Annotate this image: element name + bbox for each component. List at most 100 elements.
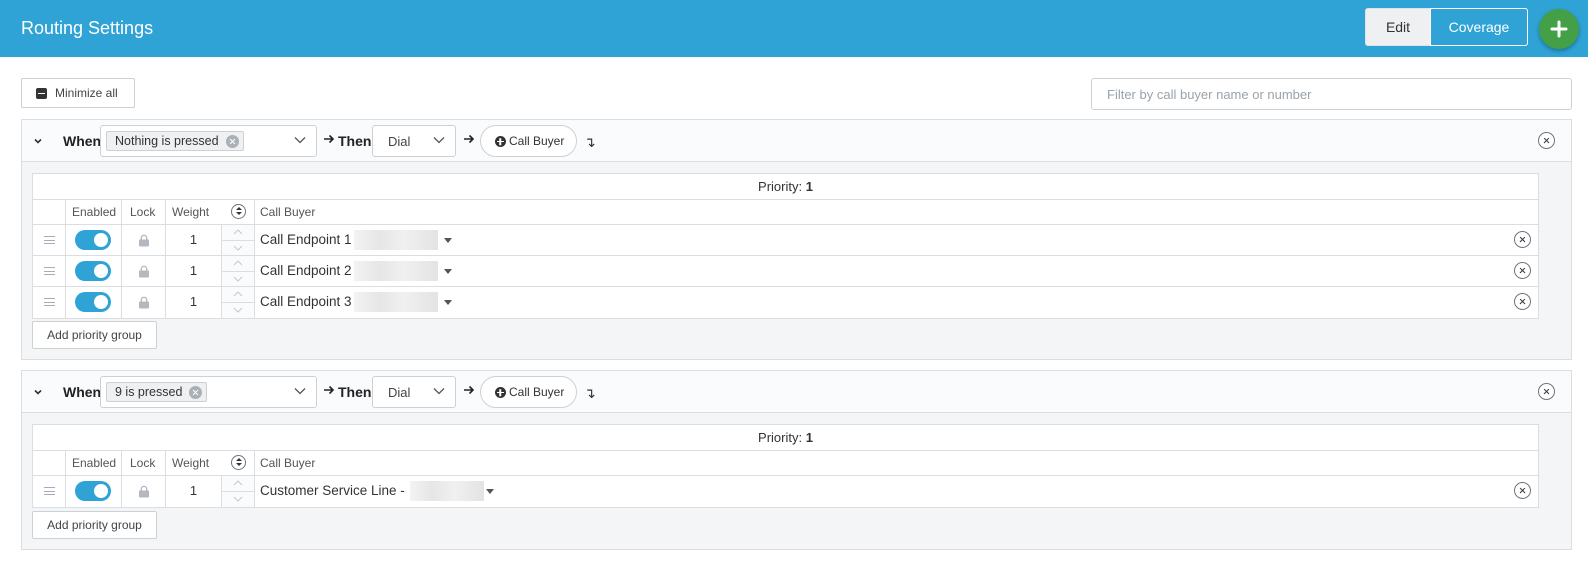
then-label: Then: [338, 384, 372, 400]
minimize-all-button[interactable]: Minimize all: [21, 78, 135, 108]
condition-tag: 9 is pressed: [106, 382, 208, 402]
chevron-down-icon[interactable]: [32, 135, 44, 147]
chevron-down-icon[interactable]: [32, 386, 44, 398]
weight-column-header: Weight: [172, 456, 210, 470]
chevron-down-icon[interactable]: [232, 495, 244, 503]
add-rule-button[interactable]: [1539, 9, 1579, 49]
plus-circle-icon: [495, 386, 506, 398]
drag-handle-icon[interactable]: [44, 298, 55, 306]
condition-text: 9 is pressed: [115, 385, 183, 399]
redacted-number: [354, 230, 438, 250]
action-select[interactable]: Dial: [372, 376, 456, 408]
arrow-right-icon: [464, 385, 475, 395]
weight-value[interactable]: 1: [166, 256, 222, 286]
action-value: Dial: [388, 134, 411, 149]
chevron-down-icon[interactable]: [232, 275, 244, 283]
remove-tag-icon[interactable]: [225, 135, 239, 148]
remove-buyer-icon[interactable]: [1514, 482, 1531, 499]
table-row: 1 Customer Service Line -: [33, 476, 1538, 507]
buyer-dropdown-caret-icon[interactable]: [486, 489, 494, 494]
weight-stepper[interactable]: [222, 225, 254, 255]
remove-buyer-icon[interactable]: [1514, 293, 1531, 310]
drag-handle-icon[interactable]: [44, 267, 55, 275]
table-row: 1 Call Endpoint 1: [33, 225, 1538, 256]
arrow-down-icon: ↴: [584, 385, 596, 401]
drag-handle-icon[interactable]: [44, 487, 55, 495]
buyer-dropdown-caret-icon[interactable]: [444, 300, 452, 305]
then-label: Then: [338, 133, 372, 149]
weight-stepper[interactable]: [222, 256, 254, 286]
chevron-up-icon[interactable]: [232, 290, 244, 298]
priority-group: Priority: 1 Enabled Lock Weight Call Buy…: [32, 424, 1539, 508]
priority-value: 1: [805, 179, 813, 194]
enabled-toggle[interactable]: [75, 292, 111, 312]
action-select[interactable]: Dial: [372, 125, 456, 157]
chevron-down-icon[interactable]: [232, 306, 244, 314]
remove-rule-icon[interactable]: [1538, 383, 1555, 400]
add-call-buyer-button[interactable]: Call Buyer: [480, 376, 577, 408]
enabled-toggle[interactable]: [75, 230, 111, 250]
priority-header: Priority: 1: [33, 174, 1538, 200]
weight-stepper[interactable]: [222, 287, 254, 318]
lock-icon[interactable]: [138, 265, 150, 278]
chevron-up-icon[interactable]: [232, 228, 244, 236]
weight-column-header: Weight: [172, 205, 210, 219]
remove-tag-icon[interactable]: [189, 386, 203, 399]
chevron-down-icon[interactable]: [232, 244, 244, 252]
chevron-up-icon[interactable]: [232, 259, 244, 267]
weight-value[interactable]: 1: [166, 287, 222, 318]
routing-rule: When Nothing is pressed Then Dial Call B…: [21, 119, 1572, 360]
chevron-down-icon: [433, 137, 445, 144]
call-buyer-name: Call Endpoint 1: [260, 232, 352, 247]
lock-column-header: Lock: [130, 456, 156, 470]
buyer-dropdown-caret-icon[interactable]: [444, 269, 452, 274]
enabled-toggle[interactable]: [75, 261, 111, 281]
priority-header: Priority: 1: [33, 425, 1538, 451]
call-buyer-name: Call Endpoint 3: [260, 294, 352, 309]
redacted-number: [354, 261, 438, 281]
drag-handle-icon[interactable]: [44, 236, 55, 244]
weight-stepper[interactable]: [222, 476, 254, 507]
enabled-column-header: Enabled: [72, 205, 117, 219]
call-buyer-button-label: Call Buyer: [509, 134, 565, 148]
page-title: Routing Settings: [21, 18, 154, 38]
condition-select[interactable]: Nothing is pressed: [100, 125, 317, 157]
call-buyer-column-header: Call Buyer: [260, 456, 316, 470]
redacted-number: [410, 481, 484, 501]
lock-icon[interactable]: [138, 296, 150, 309]
condition-tag: Nothing is pressed: [106, 131, 244, 151]
call-buyer-name: Call Endpoint 2: [260, 263, 352, 278]
arrow-right-icon: [324, 385, 335, 395]
filter-input[interactable]: [1091, 78, 1572, 110]
arrow-down-icon: ↴: [584, 134, 596, 150]
table-header: Enabled Lock Weight Call Buyer: [33, 451, 1538, 476]
call-buyer-column-header: Call Buyer: [260, 205, 316, 219]
add-call-buyer-button[interactable]: Call Buyer: [480, 125, 577, 157]
condition-select[interactable]: 9 is pressed: [100, 376, 317, 408]
weight-value[interactable]: 1: [166, 476, 222, 507]
remove-rule-icon[interactable]: [1538, 132, 1555, 149]
sort-icon[interactable]: [231, 204, 246, 219]
table-header: Enabled Lock Weight Call Buyer: [33, 200, 1538, 225]
sort-icon[interactable]: [231, 455, 246, 470]
remove-buyer-icon[interactable]: [1514, 262, 1531, 279]
edit-tab[interactable]: Edit: [1365, 8, 1431, 46]
table-row: 1 Call Endpoint 2: [33, 256, 1538, 287]
priority-label: Priority:: [758, 179, 803, 194]
arrow-right-icon: [324, 134, 335, 144]
when-label: When: [63, 384, 102, 400]
enabled-toggle[interactable]: [75, 481, 111, 501]
coverage-tab[interactable]: Coverage: [1430, 8, 1528, 46]
lock-icon[interactable]: [138, 234, 150, 247]
remove-buyer-icon[interactable]: [1514, 231, 1531, 248]
buyer-dropdown-caret-icon[interactable]: [444, 238, 452, 243]
chevron-down-icon: [294, 388, 306, 395]
add-priority-group-button[interactable]: Add priority group: [32, 321, 157, 349]
header-bar: Routing Settings Edit Coverage: [0, 0, 1588, 57]
redacted-number: [354, 292, 438, 312]
lock-icon[interactable]: [138, 485, 150, 498]
condition-text: Nothing is pressed: [115, 134, 219, 148]
chevron-up-icon[interactable]: [232, 479, 244, 487]
add-priority-group-button[interactable]: Add priority group: [32, 511, 157, 539]
weight-value[interactable]: 1: [166, 225, 222, 255]
